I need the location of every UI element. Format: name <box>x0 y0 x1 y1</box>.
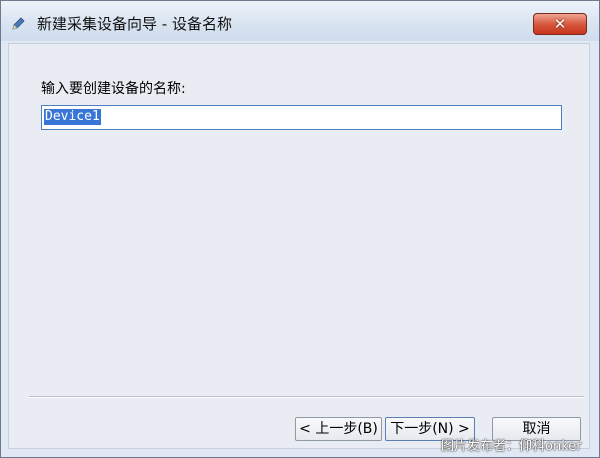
wizard-pen-icon <box>11 16 25 30</box>
watermark-text: 图片发布者：仰科onker <box>441 439 582 454</box>
button-divider <box>29 396 584 398</box>
wizard-content: 输入要创建设备的名称: Device1 < 上一步(B) 下一步(N) > 取消 <box>8 43 590 449</box>
close-button[interactable]: ✕ <box>533 13 587 35</box>
device-name-value: Device1 <box>44 109 101 125</box>
device-name-prompt: 输入要创建设备的名称: <box>41 81 186 97</box>
device-name-input[interactable]: Device1 <box>41 105 562 130</box>
title-bar[interactable]: 新建采集设备向导 - 设备名称 ✕ <box>1 1 599 41</box>
close-icon: ✕ <box>553 15 567 33</box>
wizard-window: 新建采集设备向导 - 设备名称 ✕ 输入要创建设备的名称: Device1 < … <box>0 0 600 458</box>
previous-button[interactable]: < 上一步(B) <box>295 417 382 441</box>
window-title: 新建采集设备向导 - 设备名称 <box>37 15 232 33</box>
